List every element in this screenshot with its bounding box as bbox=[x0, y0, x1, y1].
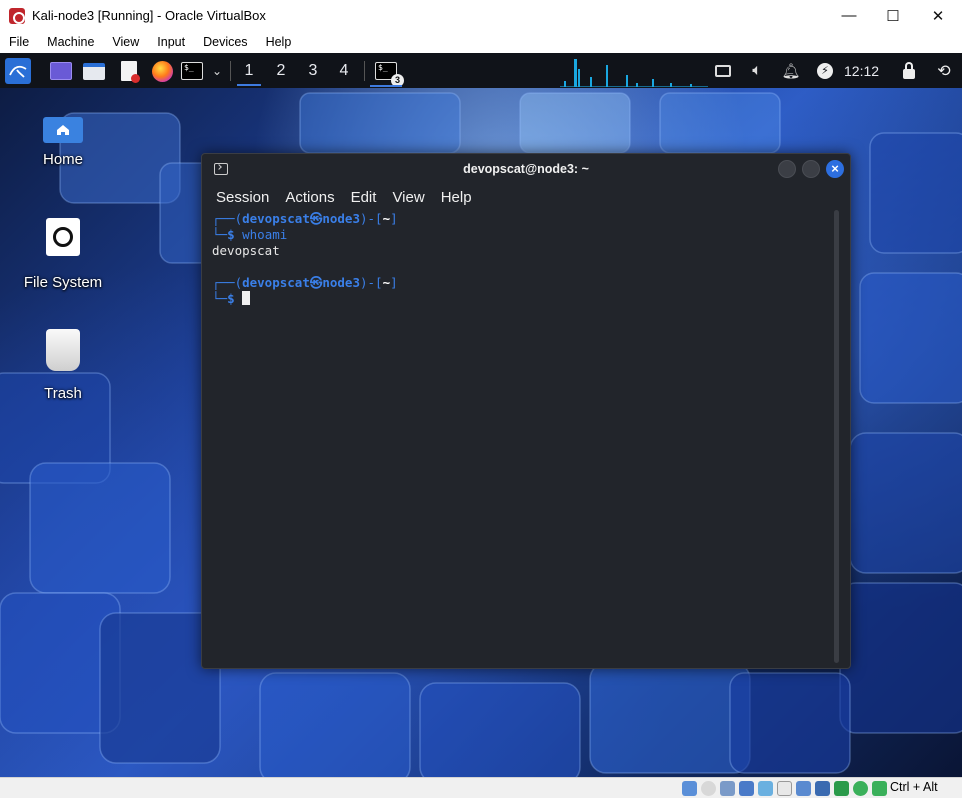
logout-icon[interactable]: ⟲ bbox=[931, 58, 957, 84]
minimize-button[interactable]: — bbox=[826, 0, 872, 31]
menu-view[interactable]: View bbox=[103, 35, 148, 49]
prompt-at-symbol: ㉿ bbox=[309, 211, 323, 226]
drive-icon bbox=[46, 218, 80, 256]
terminal-title-bar[interactable]: devopscat@node3: ~ × bbox=[202, 154, 850, 184]
terminal-menu-bar: Session Actions Edit View Help bbox=[202, 184, 850, 210]
terminal-scrollbar[interactable] bbox=[834, 210, 839, 663]
host-status-bar: Ctrl + Alt bbox=[0, 777, 962, 798]
desktop-icon-file-system[interactable]: File System bbox=[8, 218, 118, 291]
text-editor-icon[interactable] bbox=[116, 58, 142, 84]
chevron-down-icon[interactable]: ⌄ bbox=[204, 58, 230, 84]
desktop-icon-label: File System bbox=[23, 274, 103, 291]
active-task-indicator bbox=[370, 85, 402, 87]
prompt-directory: ~ bbox=[382, 275, 391, 290]
host-key-label: Ctrl + Alt bbox=[890, 780, 938, 794]
menu-help[interactable]: Help bbox=[257, 35, 301, 49]
trash-icon bbox=[46, 329, 80, 371]
terminal-output[interactable]: ┌──(devopscat㉿node3)-[~] └─$ whoami devo… bbox=[212, 211, 822, 307]
workspace-4[interactable]: 4 bbox=[329, 53, 359, 88]
workspace-1[interactable]: 1 bbox=[234, 53, 264, 88]
audio-icon[interactable] bbox=[720, 781, 735, 796]
window-title: Kali-node3 [Running] - Oracle VirtualBox bbox=[32, 8, 266, 23]
maximize-button[interactable]: ☐ bbox=[870, 0, 916, 31]
terminal-menu-actions[interactable]: Actions bbox=[277, 189, 342, 206]
panel-separator bbox=[364, 61, 365, 81]
terminal-menu-view[interactable]: View bbox=[384, 189, 432, 206]
terminal-window[interactable]: devopscat@node3: ~ × Session Actions Edi… bbox=[201, 153, 851, 669]
terminal-maximize-button[interactable] bbox=[802, 160, 820, 178]
lock-screen-icon[interactable] bbox=[896, 58, 922, 84]
vtx-icon[interactable] bbox=[853, 781, 868, 796]
terminal-menu-edit[interactable]: Edit bbox=[343, 189, 385, 206]
kali-top-panel: $_ ⌄ 1 2 3 4 $_ 3 🔈︎ 🔔︎ ⚡︎ 12:12 ⟲ bbox=[0, 53, 962, 88]
menu-devices[interactable]: Devices bbox=[194, 35, 256, 49]
notification-bell-icon[interactable]: 🔔︎ bbox=[778, 58, 804, 84]
prompt-user: devopscat bbox=[242, 211, 310, 226]
home-folder-icon bbox=[43, 117, 83, 143]
taskbar-terminal-button[interactable]: $_ 3 bbox=[373, 58, 404, 87]
desktop-icon-home[interactable]: Home bbox=[8, 117, 118, 168]
terminal-menu-session[interactable]: Session bbox=[208, 189, 277, 206]
terminal-launcher-icon[interactable]: $_ bbox=[179, 58, 205, 84]
menu-input[interactable]: Input bbox=[148, 35, 194, 49]
optical-drive-icon[interactable] bbox=[701, 781, 716, 796]
desktop-icon-label: Trash bbox=[44, 385, 82, 402]
prompt-at-symbol: ㉿ bbox=[309, 275, 323, 290]
display-icon[interactable] bbox=[710, 58, 736, 84]
volume-icon[interactable]: 🔈︎ bbox=[744, 58, 770, 84]
host-title-bar: Kali-node3 [Running] - Oracle VirtualBox… bbox=[0, 0, 962, 31]
terminal-menu-help[interactable]: Help bbox=[433, 189, 480, 206]
cpu-graph bbox=[560, 59, 708, 87]
workspace-2[interactable]: 2 bbox=[266, 53, 296, 88]
usb-icon[interactable] bbox=[758, 781, 773, 796]
display-status-icon[interactable] bbox=[796, 781, 811, 796]
desktop-icon-trash[interactable]: Trash bbox=[8, 329, 118, 402]
menu-machine[interactable]: Machine bbox=[38, 35, 103, 49]
recording-icon[interactable] bbox=[815, 781, 830, 796]
close-button[interactable]: ✕ bbox=[915, 0, 961, 31]
mouse-integration-icon[interactable] bbox=[872, 781, 887, 796]
terminal-title: devopscat@node3: ~ bbox=[463, 162, 589, 176]
entered-command: whoami bbox=[242, 227, 288, 242]
kali-menu-icon[interactable] bbox=[5, 58, 31, 84]
host-menu-bar: File Machine View Input Devices Help bbox=[0, 31, 962, 53]
workspace-3[interactable]: 3 bbox=[298, 53, 328, 88]
prompt-host: node3 bbox=[322, 211, 360, 226]
hard-disk-icon[interactable] bbox=[682, 781, 697, 796]
prompt-user: devopscat bbox=[242, 275, 310, 290]
panel-separator bbox=[230, 61, 231, 81]
shared-folders-icon[interactable] bbox=[777, 781, 792, 796]
menu-file[interactable]: File bbox=[0, 35, 38, 49]
power-manager-icon[interactable]: ⚡︎ bbox=[812, 58, 838, 84]
prompt-directory: ~ bbox=[382, 211, 391, 226]
firefox-icon[interactable] bbox=[149, 58, 175, 84]
prompt-host: node3 bbox=[322, 275, 360, 290]
panel-clock[interactable]: 12:12 bbox=[844, 53, 879, 88]
network-icon[interactable] bbox=[739, 781, 754, 796]
terminal-minimize-button[interactable] bbox=[778, 160, 796, 178]
terminal-window-icon bbox=[214, 163, 228, 175]
cpu-status-icon[interactable] bbox=[834, 781, 849, 796]
terminal-close-button[interactable]: × bbox=[826, 160, 844, 178]
desktop-icon-label: Home bbox=[42, 151, 83, 168]
virtualbox-app-icon bbox=[9, 7, 25, 24]
command-output: devopscat bbox=[212, 243, 280, 258]
file-manager-icon[interactable] bbox=[81, 58, 107, 84]
text-cursor bbox=[242, 291, 251, 305]
show-desktop-icon[interactable] bbox=[48, 58, 74, 84]
guest-screen: $_ ⌄ 1 2 3 4 $_ 3 🔈︎ 🔔︎ ⚡︎ 12:12 ⟲ Home … bbox=[0, 53, 962, 777]
